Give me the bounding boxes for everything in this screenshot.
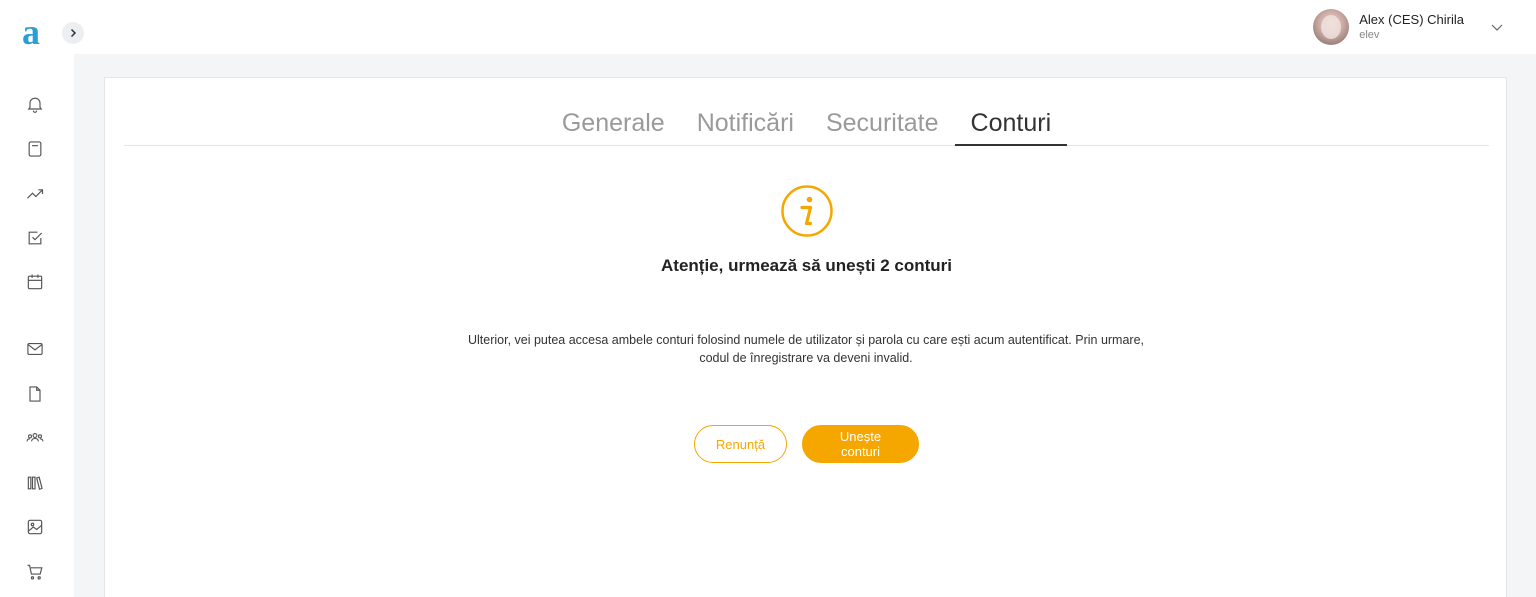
sidebar-item-progress[interactable] — [24, 183, 46, 205]
tab-notificari[interactable]: Notificări — [681, 106, 810, 146]
user-info: Alex (CES) Chirila elev — [1359, 11, 1464, 43]
user-name: Alex (CES) Chirila — [1359, 12, 1464, 27]
library-icon — [27, 476, 43, 491]
dialog-title: Atenție, urmează să unești 2 conturi — [661, 256, 952, 275]
sidebar-item-documents[interactable] — [24, 383, 46, 405]
user-role: elev — [1359, 29, 1380, 41]
tab-generale[interactable]: Generale — [546, 106, 681, 146]
sidebar: a — [0, 0, 74, 597]
mail-icon — [27, 343, 43, 355]
dialog-actions: Renunță Unește conturi — [105, 425, 1508, 463]
image-icon — [27, 519, 43, 535]
tab-conturi[interactable]: Conturi — [954, 106, 1068, 146]
calendar-icon — [27, 274, 43, 290]
user-menu[interactable]: Alex (CES) Chirila elev — [1313, 7, 1504, 47]
users-icon — [26, 433, 44, 442]
app: a Alex (CES) Chirila elev Generale Notif… — [0, 0, 1536, 597]
sidebar-item-tasks[interactable] — [24, 227, 46, 249]
checkbox-icon — [28, 231, 43, 245]
bell-icon — [27, 97, 43, 113]
sidebar-item-messages[interactable] — [24, 338, 46, 360]
merge-accounts-button[interactable]: Unește conturi — [802, 425, 919, 463]
info-icon — [781, 185, 833, 237]
sidebar-item-calendar[interactable] — [24, 271, 46, 293]
trending-up-icon — [27, 189, 44, 199]
avatar — [1313, 9, 1350, 45]
brand-logo[interactable]: a — [22, 14, 40, 50]
notebook-icon — [28, 141, 42, 157]
dialog-description: Ulterior, vei putea accesa ambele contur… — [467, 333, 1145, 365]
top-header: Alex (CES) Chirila elev — [74, 0, 1536, 54]
sidebar-item-notebook[interactable] — [24, 138, 46, 160]
settings-card: Generale Notificări Securitate Conturi A… — [104, 77, 1507, 597]
chevron-right-icon — [70, 28, 77, 38]
sidebar-item-gallery[interactable] — [24, 516, 46, 538]
sidebar-item-library[interactable] — [24, 472, 46, 494]
tab-securitate[interactable]: Securitate — [810, 106, 955, 146]
sidebar-item-shop[interactable] — [24, 561, 46, 583]
cart-icon — [27, 564, 43, 580]
sidebar-item-notifications[interactable] — [24, 93, 46, 115]
sidebar-item-groups[interactable] — [24, 427, 46, 449]
chevron-down-icon — [1491, 24, 1503, 31]
file-icon — [29, 386, 41, 402]
sidebar-expand-button[interactable] — [62, 22, 84, 44]
cancel-button[interactable]: Renunță — [694, 425, 787, 463]
settings-tabs: Generale Notificări Securitate Conturi — [124, 106, 1489, 146]
